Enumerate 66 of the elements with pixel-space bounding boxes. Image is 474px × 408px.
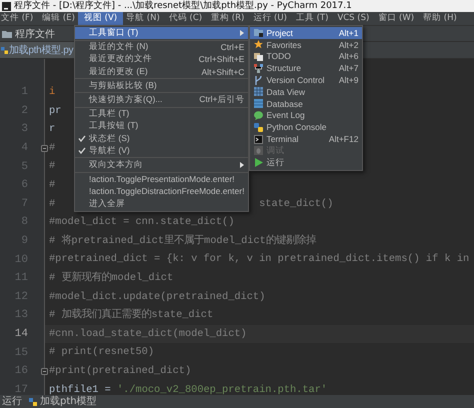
menu-item[interactable]: Structure Alt+7 xyxy=(250,62,362,74)
star-icon xyxy=(254,40,264,50)
python-file-icon xyxy=(29,398,37,406)
menu-item[interactable]: 工具窗口 (T) xyxy=(75,27,248,40)
folder-icon xyxy=(254,28,264,38)
code-line: # xyxy=(49,142,56,154)
play-icon xyxy=(254,158,264,168)
menu-item[interactable]: Data View xyxy=(250,86,362,98)
code-line: i xyxy=(49,86,56,98)
file-tab[interactable]: 加载pth模型.py xyxy=(0,42,74,58)
menu-item[interactable]: Event Log xyxy=(250,110,362,122)
menu-item[interactable]: 工具栏 (T) xyxy=(75,108,248,120)
code-line: # 更新现有的model_dict xyxy=(49,272,174,284)
code-line: #cnn.load_state_dict(model_dict) xyxy=(49,328,247,340)
menu-item[interactable]: Python Console xyxy=(250,121,362,134)
menu-item[interactable]: !action.TogglePresentationMode.enter! xyxy=(75,173,248,186)
breadcrumb-item[interactable]: 程序文件 xyxy=(15,26,55,40)
fold-icon[interactable] xyxy=(41,144,48,152)
menu-item[interactable]: 最近的更改 (E) Alt+Shift+C xyxy=(75,66,248,78)
terminal-icon xyxy=(254,134,264,144)
menu-item[interactable]: 双向文本方向 xyxy=(75,158,248,172)
code-line: # 加载我们真正需要的state_dict xyxy=(49,309,214,322)
menu-item[interactable]: 工具按钮 (T) xyxy=(75,120,248,132)
menu-item[interactable]: 快速切换方案(Q)... Ctrl+后引号 xyxy=(75,94,248,106)
code-line: #print(pretrained_dict) xyxy=(49,364,192,377)
menu-item[interactable]: Version Control Alt+9 xyxy=(250,74,362,86)
status-text: 运行 xyxy=(2,395,22,408)
code-line: pr xyxy=(49,104,62,117)
code-line: state_dict() xyxy=(259,198,334,210)
menu-item[interactable]: 最近的文件 (N) Ctrl+E xyxy=(75,41,248,54)
status-text: 加载pth模型 xyxy=(40,395,97,408)
code-line: # xyxy=(49,198,56,210)
code-line: pthfile1 = xyxy=(49,384,112,395)
menu-item[interactable]: 与剪贴板比较 (B) xyxy=(75,80,248,92)
code-line: # print(resnet50) xyxy=(49,346,154,358)
menu-item[interactable]: Favorites Alt+2 xyxy=(250,38,362,51)
menu-item[interactable]: Terminal Alt+F12 xyxy=(250,133,362,145)
menu-item[interactable]: 状态栏 (S) xyxy=(75,132,248,145)
code-line: './moco_v2_800ep_pretrain.pth.tar' xyxy=(116,384,328,395)
database-icon xyxy=(254,99,264,108)
folder-icon xyxy=(2,30,12,38)
chat-bubble-icon xyxy=(254,110,264,120)
menu-item[interactable]: 视图 (V) xyxy=(78,12,124,25)
fold-icon[interactable] xyxy=(41,368,48,375)
line-number: 14 xyxy=(14,328,28,340)
menu-item[interactable]: 运行 xyxy=(250,156,362,169)
python-file-icon xyxy=(1,46,8,54)
code-line: r xyxy=(49,123,56,136)
window-title: 程序文件 - [D:\程序文件] - ...\加载resnet模型\加载pth模型.py - PyCharm 2017.1 xyxy=(14,0,352,12)
menu-item[interactable]: 导航栏 (V) xyxy=(75,144,248,157)
structure-icon xyxy=(254,64,264,73)
menu-item[interactable]: Project Alt+1 xyxy=(250,27,362,39)
code-line: #model_dict = cnn.state_dict() xyxy=(49,216,234,228)
code-line: #pretrained_dict = {k: v for k, v in pretrained_dict.items() if k in xyxy=(49,253,470,266)
code-line: # xyxy=(49,178,56,191)
menu-item[interactable]: 最近更改的文件 Ctrl+Shift+E xyxy=(75,53,248,66)
code-line: # xyxy=(49,160,56,172)
menu-item[interactable]: 进入全屏 xyxy=(75,197,248,210)
menu-item[interactable]: !action.ToggleDistractionFreeMode.enter! xyxy=(75,185,248,198)
menu-item[interactable]: TODO Alt+6 xyxy=(250,50,362,62)
branch-icon xyxy=(254,76,264,85)
menu-item[interactable]: Database xyxy=(250,98,362,110)
code-line: # 将pretrained_dict里不属于model_dict的键剔除掉 xyxy=(49,234,316,247)
python-icon xyxy=(254,122,264,132)
grid-icon xyxy=(254,87,264,96)
code-line: #model_dict.update(pretrained_dict) xyxy=(49,290,266,303)
